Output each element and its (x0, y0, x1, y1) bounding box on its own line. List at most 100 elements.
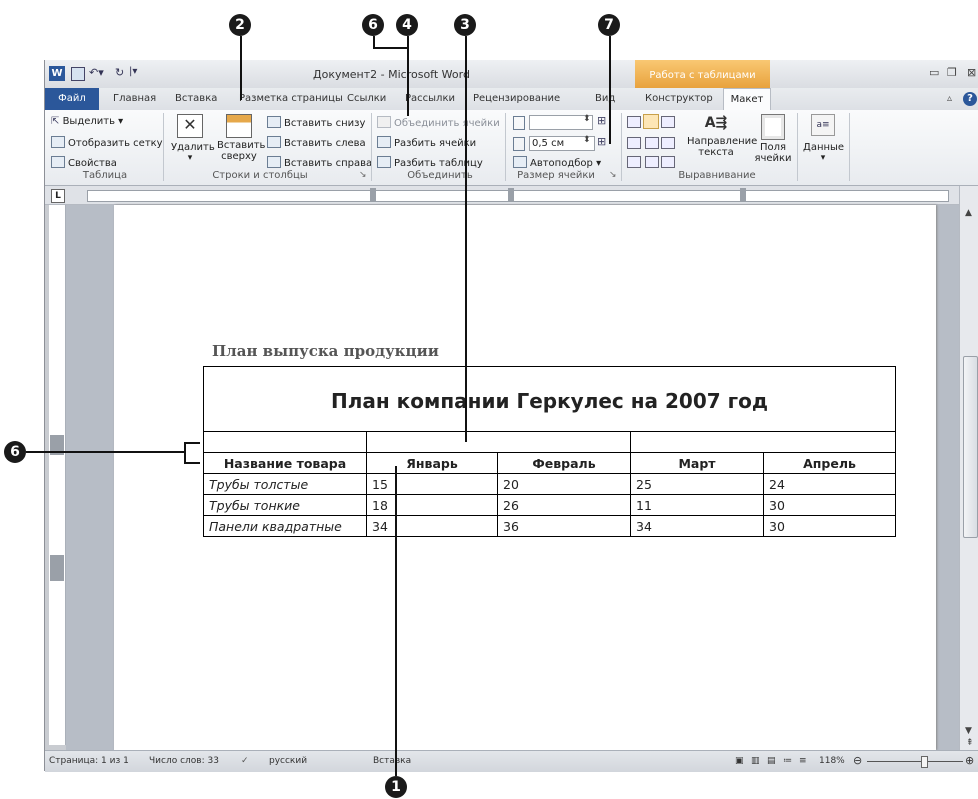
draft-view-icon[interactable]: ≡ (799, 756, 807, 766)
insert-mode-status[interactable]: Вставка (373, 756, 411, 766)
column-header[interactable]: Март (630, 452, 764, 474)
table-row[interactable]: Панели квадратные 34 36 34 30 (203, 515, 896, 537)
distribute-columns-icon[interactable]: ⊞ (597, 135, 606, 148)
tab-references[interactable]: Ссылки (347, 93, 386, 104)
restore-icon[interactable]: ❐ (947, 66, 957, 79)
column-width-spinner-icon[interactable]: ⬍ (583, 135, 591, 145)
scroll-up-icon[interactable]: ▲ (965, 208, 972, 218)
table-cell[interactable]: 26 (497, 494, 631, 516)
delete-button[interactable]: ✕ Удалить ▾ (171, 114, 215, 163)
tab-design[interactable]: Конструктор (645, 93, 713, 104)
table-cell[interactable]: 30 (763, 515, 896, 537)
redo-icon[interactable]: ↻ (115, 66, 124, 79)
web-layout-view-icon[interactable]: ▤ (767, 756, 776, 766)
outline-view-icon[interactable]: ≔ (783, 756, 792, 766)
zoom-slider-track[interactable] (867, 761, 963, 762)
text-direction-button[interactable]: A⇶ Направление текста (681, 114, 757, 158)
table-cell[interactable] (630, 431, 896, 453)
table-cell[interactable]: 25 (630, 473, 764, 495)
empty-table-row[interactable] (203, 431, 896, 453)
previous-page-icon[interactable]: ⇞ (966, 738, 974, 748)
help-icon[interactable]: ? (963, 92, 977, 106)
minimize-icon[interactable]: ▭ (929, 66, 939, 79)
table-cell[interactable]: 15 (366, 473, 498, 495)
table-cell[interactable]: 11 (630, 494, 764, 516)
vertical-scrollbar[interactable]: ▲ ▼ ⇞ (959, 186, 978, 750)
table-cell[interactable] (366, 431, 631, 453)
table-header-row[interactable]: Название товара Январь Февраль Март Апре… (203, 452, 896, 474)
insert-left-button[interactable]: Вставить слева (267, 136, 366, 149)
table-cell[interactable]: 30 (763, 494, 896, 516)
tab-review[interactable]: Рецензирование (473, 93, 560, 104)
full-screen-view-icon[interactable]: ▥ (751, 756, 760, 766)
ribbon-minimize-icon[interactable]: ▵ (947, 93, 952, 104)
column-header[interactable]: Название товара (203, 452, 367, 474)
language-status[interactable]: русский (269, 756, 307, 766)
tab-page-layout[interactable]: Разметка страницы (239, 93, 343, 104)
tab-view[interactable]: Вид (595, 93, 615, 104)
ruler-table-marker[interactable] (508, 188, 514, 202)
table-row[interactable]: Трубы тонкие 18 26 11 30 (203, 494, 896, 516)
tab-selector-icon[interactable]: L (51, 189, 65, 203)
select-button[interactable]: ⇱ Выделить ▾ (51, 116, 123, 127)
table-title-row[interactable]: План компании Геркулес на 2007 год (203, 366, 896, 432)
zoom-out-icon[interactable]: ⊖ (853, 754, 862, 767)
ruler-table-marker[interactable] (740, 188, 746, 202)
table-cell[interactable]: Панели квадратные (203, 515, 367, 537)
column-header[interactable]: Февраль (497, 452, 631, 474)
table-cell[interactable]: 34 (366, 515, 498, 537)
align-middle-center-button[interactable] (645, 137, 659, 149)
document-heading[interactable]: План выпуска продукции (212, 342, 439, 360)
table-row[interactable]: Трубы толстые 15 20 25 24 (203, 473, 896, 495)
align-bottom-center-button[interactable] (645, 156, 659, 168)
zoom-level[interactable]: 118% (819, 756, 845, 766)
table-title-cell[interactable]: План компании Геркулес на 2007 год (203, 366, 896, 432)
print-layout-view-icon[interactable]: ▣ (735, 756, 744, 766)
save-icon[interactable] (71, 67, 85, 81)
table-cell[interactable]: 18 (366, 494, 498, 516)
row-height-spinner-icon[interactable]: ⬍ (583, 114, 591, 124)
insert-below-button[interactable]: Вставить снизу (267, 116, 365, 129)
cell-margins-button[interactable]: Поля ячейки (753, 114, 793, 164)
table-cell[interactable]: 36 (497, 515, 631, 537)
horizontal-ruler-scale[interactable] (87, 188, 949, 202)
table-cell[interactable] (203, 431, 367, 453)
table-cell[interactable]: Трубы толстые (203, 473, 367, 495)
insert-right-button[interactable]: Вставить справа (267, 156, 372, 169)
table-cell[interactable]: 24 (763, 473, 896, 495)
proofing-icon[interactable]: ✓ (241, 756, 249, 766)
scroll-down-icon[interactable]: ▼ (965, 726, 972, 736)
align-bottom-right-button[interactable] (661, 156, 675, 168)
table-cell[interactable]: Трубы тонкие (203, 494, 367, 516)
close-icon[interactable]: ⊠ (967, 66, 976, 79)
zoom-slider-thumb[interactable] (921, 756, 928, 768)
data-button[interactable]: a≡ Данные ▾ (803, 114, 844, 163)
cell-size-dialog-launcher-icon[interactable]: ↘ (609, 170, 617, 180)
align-top-left-button[interactable] (627, 116, 641, 128)
align-top-center-button[interactable] (643, 114, 659, 129)
align-middle-left-button[interactable] (627, 137, 641, 149)
word-count-status[interactable]: Число слов: 33 (149, 756, 219, 766)
view-gridlines-button[interactable]: Отобразить сетку (51, 136, 163, 149)
quick-access-customize-icon[interactable]: |▾ (129, 66, 137, 77)
vertical-ruler[interactable] (49, 205, 66, 745)
ruler-table-marker[interactable] (370, 188, 376, 202)
distribute-rows-icon[interactable]: ⊞ (597, 114, 606, 127)
align-bottom-left-button[interactable] (627, 156, 641, 168)
page-count-status[interactable]: Страница: 1 из 1 (49, 756, 129, 766)
properties-button[interactable]: Свойства (51, 156, 117, 169)
tab-home[interactable]: Главная (113, 93, 156, 104)
table-cell[interactable]: 20 (497, 473, 631, 495)
align-top-right-button[interactable] (661, 116, 675, 128)
tab-mailings[interactable]: Рассылки (405, 93, 455, 104)
zoom-in-icon[interactable]: ⊕ (965, 754, 974, 767)
document-table[interactable]: План компании Геркулес на 2007 год Назва… (203, 366, 896, 537)
align-middle-right-button[interactable] (661, 137, 675, 149)
rows-columns-dialog-launcher-icon[interactable]: ↘ (359, 170, 367, 180)
scrollbar-thumb[interactable] (963, 356, 978, 538)
tab-layout[interactable]: Макет (723, 88, 771, 110)
column-header[interactable]: Январь (366, 452, 498, 474)
split-cells-button[interactable]: Разбить ячейки (377, 136, 476, 149)
column-header[interactable]: Апрель (763, 452, 896, 474)
merge-cells-button[interactable]: Объединить ячейки (377, 116, 500, 129)
